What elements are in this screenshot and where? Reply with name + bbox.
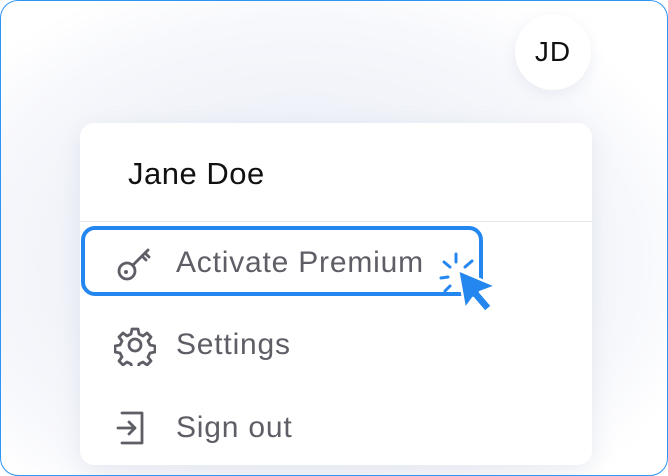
avatar-button[interactable]: JD: [515, 14, 591, 90]
highlight-outline: [81, 226, 483, 296]
menu-item-settings[interactable]: Settings: [80, 308, 592, 380]
menu-item-label: Settings: [176, 328, 291, 361]
sign-out-icon: [114, 407, 156, 449]
screen-frame: JD Jane Doe Activate Premium Settings Si…: [0, 0, 668, 476]
mouse-pointer-icon: [438, 248, 512, 322]
user-dropdown-menu: Jane Doe Activate Premium Settings Sign …: [80, 123, 592, 465]
gear-icon: [113, 324, 157, 371]
menu-item-label: Sign out: [176, 411, 293, 444]
menu-item-sign-out[interactable]: Sign out: [80, 391, 592, 463]
menu-header: Jane Doe: [80, 123, 592, 222]
user-name: Jane Doe: [128, 156, 265, 191]
avatar-initials: JD: [534, 36, 572, 67]
